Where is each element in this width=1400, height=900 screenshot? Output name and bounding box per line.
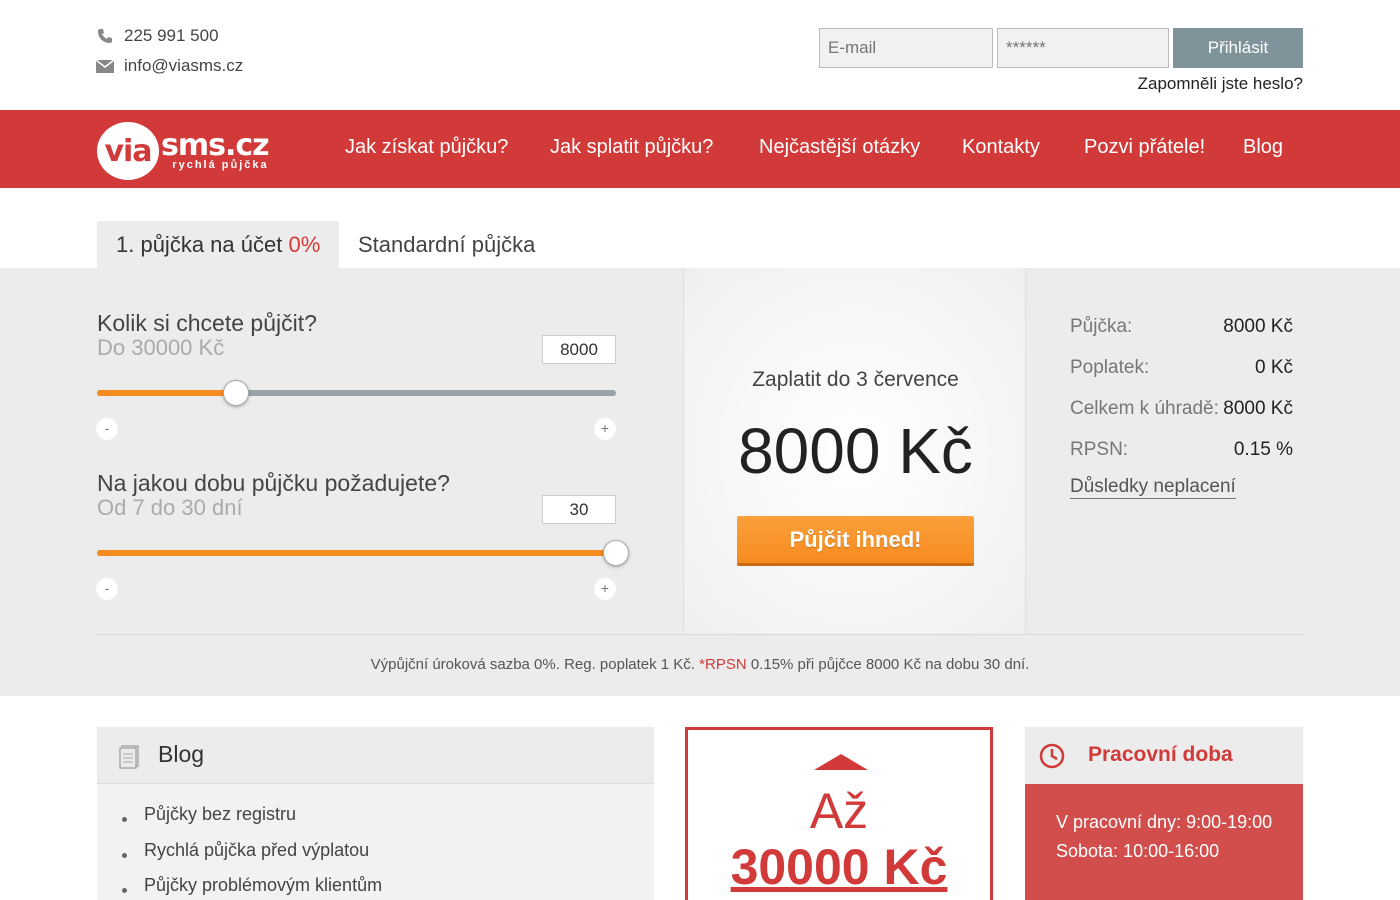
- bullet: [122, 817, 127, 822]
- duration-increase-button[interactable]: +: [594, 578, 616, 600]
- promo-amount: 30000 Kč: [730, 839, 948, 895]
- amount-increase-button[interactable]: +: [594, 418, 616, 440]
- rpsn-link[interactable]: *RPSN: [699, 656, 747, 673]
- summary-fee-label: Poplatek:: [1070, 357, 1150, 378]
- login-email-input[interactable]: [819, 28, 993, 68]
- amount-question: Kolik si chcete půjčit?: [97, 310, 317, 336]
- working-hours-title: Pracovní doba: [1088, 743, 1233, 766]
- envelope-icon: [96, 57, 114, 75]
- promo-box[interactable]: Až 30000 Kč: [685, 727, 993, 900]
- document-icon: [119, 745, 139, 774]
- summary-fee-value: 0 Kč: [1254, 357, 1293, 378]
- contact-email[interactable]: info@viasms.cz: [96, 56, 243, 76]
- summary-total-label: Celkem k úhradě:: [1070, 398, 1219, 419]
- duration-value-field[interactable]: 30: [542, 495, 616, 524]
- summary-loan-value: 8000 Kč: [1223, 316, 1293, 337]
- rate-note-text: Výpůjční úroková sazba 0%. Reg. poplatek…: [370, 656, 700, 673]
- blog-item-no-registry[interactable]: Půjčky bez registru: [144, 804, 296, 825]
- blog-title: Blog: [158, 741, 205, 767]
- email-address: info@viasms.cz: [124, 56, 244, 75]
- forgot-password-link[interactable]: Zapomněli jste heslo?: [1138, 74, 1303, 94]
- duration-slider-fill: [97, 550, 616, 556]
- borrow-now-button[interactable]: Půjčit ihned!: [737, 516, 974, 566]
- working-hours-header: Pracovní doba: [1025, 727, 1303, 784]
- nav-item-how-to-repay[interactable]: Jak splatit půjčku?: [550, 136, 713, 159]
- tab-first-loan-percent: 0%: [288, 231, 321, 257]
- promo-line-1: Až: [809, 783, 869, 839]
- blog-box: Blog Půjčky bez registru Rychlá půjčka p…: [97, 727, 654, 900]
- working-hours-box: Pracovní doba V pracovní dny: 9:00-19:00…: [1025, 727, 1303, 900]
- tab-standard-loan[interactable]: Standardní půjčka: [339, 221, 554, 268]
- nav-item-contacts[interactable]: Kontakty: [962, 136, 1040, 159]
- rate-note: Výpůjční úroková sazba 0%. Reg. poplatek…: [0, 656, 1400, 673]
- login-button[interactable]: Přihlásit: [1173, 28, 1303, 68]
- nav-item-how-to-get-loan[interactable]: Jak získat půjčku?: [345, 136, 508, 159]
- summary-loan-label: Půjčka:: [1070, 316, 1133, 337]
- tab-first-loan-label: 1. půjčka na účet: [116, 231, 289, 257]
- login-password-input[interactable]: [997, 28, 1169, 68]
- logo-subtitle: rychlá půjčka: [172, 159, 269, 171]
- rate-note-text-end: 0.15% při půjčce 8000 Kč na dobu 30 dní.: [746, 656, 1030, 673]
- logo-circle: via: [97, 122, 159, 180]
- logo-text: sms.cz rychlá půjčka: [161, 128, 270, 171]
- duration-slider[interactable]: [97, 540, 629, 566]
- nav-item-invite-friends[interactable]: Pozvi přátele!: [1084, 136, 1205, 159]
- nav-item-faq[interactable]: Nejčastější otázky: [759, 136, 920, 159]
- logo-main-text: sms.cz: [161, 128, 270, 163]
- blog-header: Blog: [97, 727, 654, 784]
- top-bar: 225 991 500 info@viasms.cz Přihlásit Zap…: [0, 0, 1400, 110]
- bullet: [122, 853, 127, 858]
- divider: [97, 634, 1303, 635]
- summary-rpsn-label: RPSN:: [1070, 439, 1129, 460]
- summary-rpsn-value: 0.15 %: [1233, 439, 1293, 460]
- duration-question: Na jakou dobu půjčku požadujete?: [97, 470, 450, 496]
- bullet: [122, 888, 127, 893]
- pay-until-text: Zaplatit do 3 července: [752, 368, 959, 391]
- summary-total-value: 8000 Kč: [1223, 398, 1293, 419]
- amount-range-text: Do 30000 Kč: [97, 335, 225, 360]
- main-nav: via sms.cz rychlá půjčka Jak získat půjč…: [0, 110, 1400, 188]
- amount-value-field[interactable]: 8000: [542, 335, 616, 364]
- amount-slider[interactable]: [97, 380, 616, 406]
- total-amount: 8000 Kč: [738, 415, 973, 487]
- consequences-link[interactable]: Důsledky neplacení: [1070, 476, 1236, 499]
- logo[interactable]: via sms.cz rychlá půjčka: [97, 122, 270, 180]
- phone-icon: [96, 27, 114, 45]
- hours-weekdays: V pracovní dny: 9:00-19:00: [1056, 812, 1273, 832]
- blog-item-problem-clients[interactable]: Půjčky problémovým klientům: [144, 875, 382, 896]
- phone-number: 225 991 500: [124, 26, 219, 45]
- blog-item-before-payday[interactable]: Rychlá půjčka před výplatou: [144, 840, 369, 861]
- duration-slider-handle[interactable]: [603, 540, 629, 566]
- contact-phone[interactable]: 225 991 500: [96, 26, 219, 46]
- duration-decrease-button[interactable]: -: [96, 578, 118, 600]
- tab-first-loan[interactable]: 1. půjčka na účet 0%: [97, 221, 339, 268]
- loan-calculator: Kolik si chcete půjčit? Do 30000 Kč 8000…: [0, 268, 1400, 696]
- hours-saturday: Sobota: 10:00-16:00: [1056, 841, 1220, 861]
- arrow-up-icon: [814, 754, 868, 770]
- nav-item-blog[interactable]: Blog: [1243, 136, 1283, 159]
- amount-decrease-button[interactable]: -: [96, 418, 118, 440]
- payment-panel: Zaplatit do 3 července 8000 Kč Půjčit ih…: [683, 268, 1026, 634]
- duration-range-text: Od 7 do 30 dní: [97, 495, 243, 520]
- amount-slider-fill: [97, 390, 236, 396]
- amount-slider-handle[interactable]: [222, 380, 249, 406]
- working-hours-body: V pracovní dny: 9:00-19:00 Sobota: 10:00…: [1025, 784, 1303, 900]
- clock-icon: [1039, 743, 1065, 774]
